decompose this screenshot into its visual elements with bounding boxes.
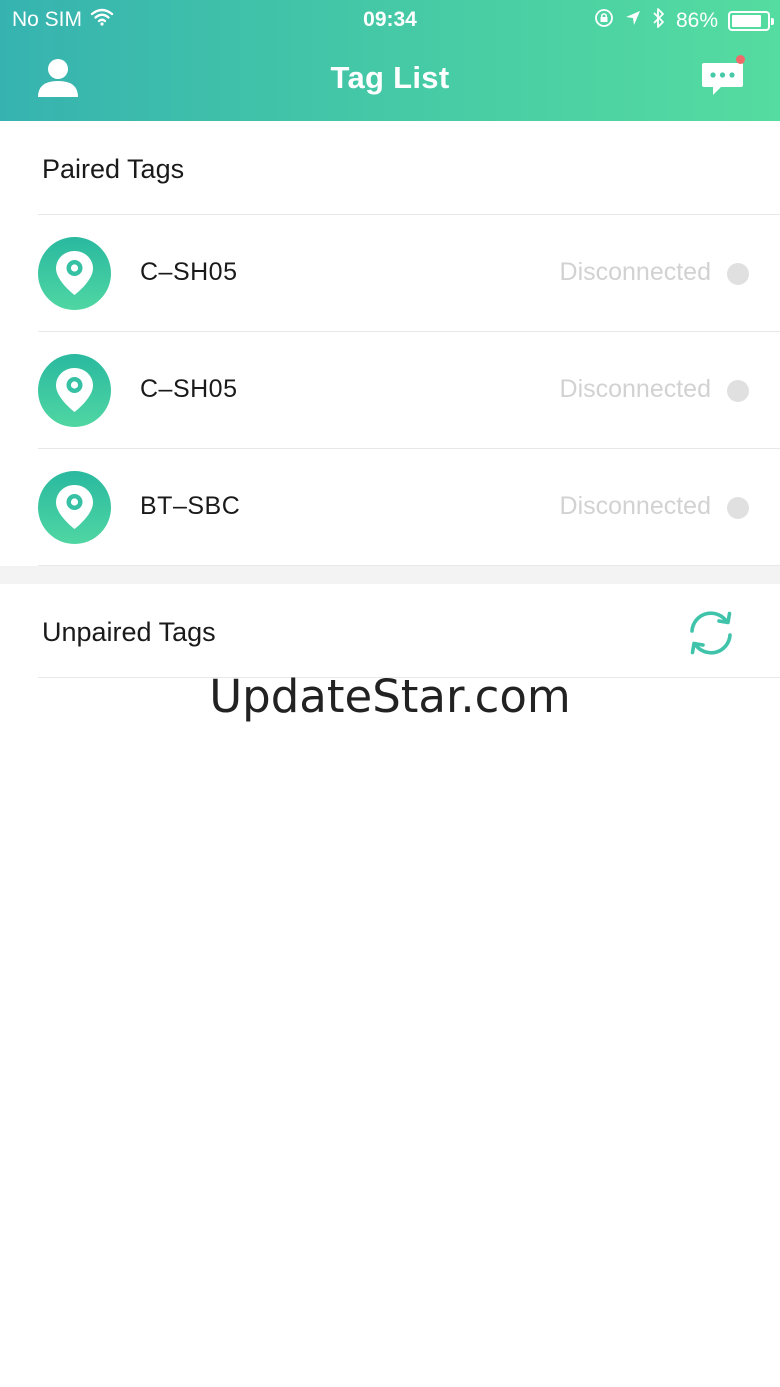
tag-row[interactable]: C–SH05 Disconnected <box>0 332 780 449</box>
refresh-icon <box>690 611 732 655</box>
messages-button[interactable] <box>699 55 747 99</box>
location-pin-icon <box>38 354 111 427</box>
battery-icon <box>728 11 774 31</box>
connection-status: Disconnected <box>559 258 711 286</box>
location-pin-icon <box>38 471 111 544</box>
connection-status: Disconnected <box>559 492 711 520</box>
tag-name: BT–SBC <box>140 492 241 520</box>
tag-row[interactable]: C–SH05 Disconnected <box>0 215 780 332</box>
connection-status: Disconnected <box>559 375 711 403</box>
watermark-text: UpdateStar.com <box>209 670 571 723</box>
status-indicator <box>727 263 749 285</box>
page-title: Tag List <box>330 60 450 95</box>
battery-level <box>732 15 761 27</box>
app-header: No SIM 09:34 86% Tag List <box>0 0 780 121</box>
location-arrow-icon <box>624 9 642 33</box>
paired-tags-title: Paired Tags <box>42 154 185 184</box>
location-pin-icon <box>38 237 111 310</box>
status-indicator <box>727 497 749 519</box>
unpaired-tags-title: Unpaired Tags <box>42 617 216 647</box>
tag-row[interactable]: BT–SBC Disconnected <box>0 449 780 566</box>
tag-name: C–SH05 <box>140 375 238 403</box>
tag-name: C–SH05 <box>140 258 238 286</box>
notification-dot <box>736 55 745 64</box>
status-bar: No SIM 09:34 86% <box>0 0 780 40</box>
orientation-lock-icon <box>594 8 614 34</box>
bluetooth-icon <box>652 7 666 35</box>
battery-percent: 86% <box>675 9 718 32</box>
status-indicator <box>727 380 749 402</box>
section-separator <box>0 566 780 584</box>
refresh-button[interactable] <box>683 605 739 661</box>
